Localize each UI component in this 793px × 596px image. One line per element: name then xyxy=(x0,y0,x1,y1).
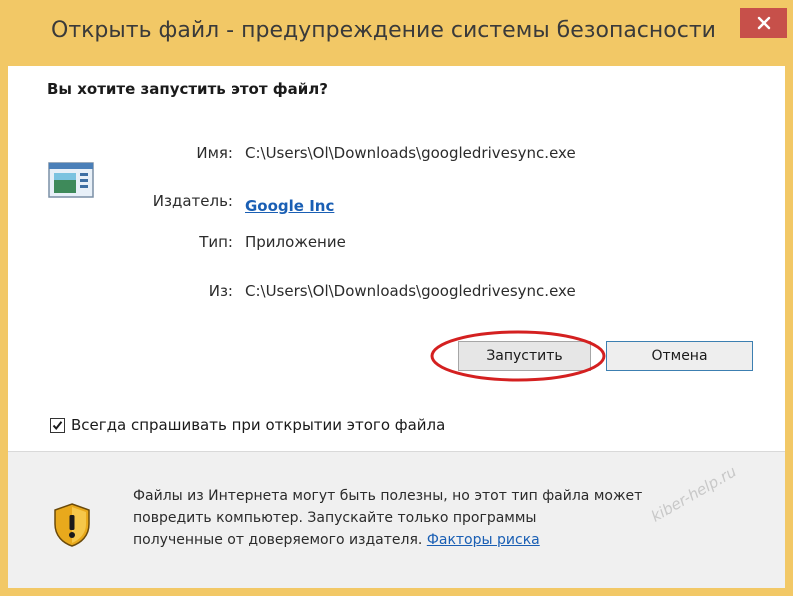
risk-factors-link[interactable]: Факторы риска xyxy=(427,532,540,548)
type-value: Приложение xyxy=(245,233,346,251)
from-label: Из: xyxy=(208,282,233,300)
name-value: C:\Users\Ol\Downloads\googledrivesync.ex… xyxy=(245,144,576,162)
always-ask-label: Всегда спрашивать при открытии этого фай… xyxy=(71,416,446,434)
always-ask-row[interactable]: Всегда спрашивать при открытии этого фай… xyxy=(50,415,445,435)
from-value: C:\Users\Ol\Downloads\googledrivesync.ex… xyxy=(245,282,576,300)
always-ask-checkbox[interactable] xyxy=(50,416,65,435)
cancel-button[interactable]: Отмена xyxy=(606,341,753,371)
cancel-button-label: Отмена xyxy=(651,348,708,364)
window-title: Открыть файл - предупреждение системы бе… xyxy=(51,18,716,43)
name-label: Имя: xyxy=(196,144,233,162)
footer-line-1: Файлы из Интернета могут быть полезны, н… xyxy=(133,488,643,504)
publisher-label: Издатель: xyxy=(152,192,233,210)
run-button-label: Запустить xyxy=(486,348,563,364)
publisher-link[interactable]: Google Inc xyxy=(245,197,334,215)
dialog-question: Вы хотите запустить этот файл? xyxy=(47,80,328,98)
run-button[interactable]: Запустить xyxy=(458,341,591,371)
footer-line-2: повредить компьютер. Запускайте только п… xyxy=(133,510,537,526)
footer-line-3-text: полученные от доверяемого издателя. xyxy=(133,532,427,548)
warning-footer: Файлы из Интернета могут быть полезны, н… xyxy=(8,452,785,588)
warning-shield-icon xyxy=(52,502,92,548)
type-label: Тип: xyxy=(199,233,233,251)
security-warning-dialog: Открыть файл - предупреждение системы бе… xyxy=(0,0,793,596)
dialog-content: Вы хотите запустить этот файл? Имя: C:\U… xyxy=(8,66,785,451)
close-icon xyxy=(757,16,771,30)
title-bar[interactable]: Открыть файл - предупреждение системы бе… xyxy=(0,0,793,66)
close-button[interactable] xyxy=(740,8,787,38)
footer-line-3: полученные от доверяемого издателя. Факт… xyxy=(133,529,773,551)
checkmark-icon xyxy=(52,416,63,435)
footer-warning-text: Файлы из Интернета могут быть полезны, н… xyxy=(133,485,773,551)
